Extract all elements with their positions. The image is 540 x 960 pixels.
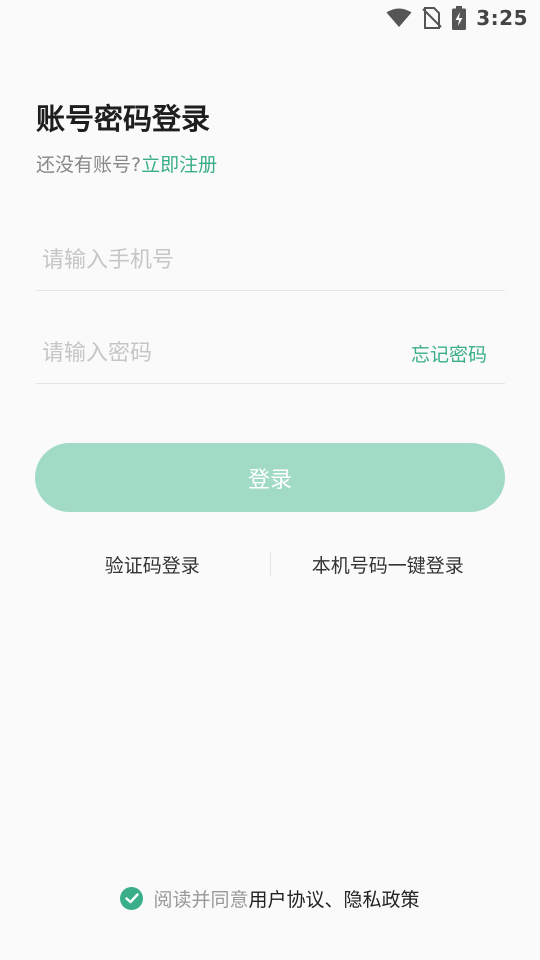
status-bar: 3:25 — [0, 0, 540, 36]
wifi-icon — [386, 8, 412, 28]
no-sim-icon — [422, 7, 442, 29]
battery-charging-icon — [452, 6, 467, 30]
alt-login-options: 验证码登录 本机号码一键登录 — [35, 545, 505, 583]
register-link[interactable]: 立即注册 — [141, 150, 217, 177]
page-title: 账号密码登录 — [36, 102, 211, 136]
status-time: 3:25 — [476, 6, 528, 30]
login-button[interactable]: 登录 — [35, 443, 505, 512]
password-field-row: 忘记密码 — [36, 324, 505, 384]
agreement-checkbox[interactable] — [120, 886, 144, 910]
agreement-links[interactable]: 用户协议、隐私政策 — [249, 889, 420, 911]
password-input[interactable] — [36, 341, 411, 366]
sms-login-link[interactable]: 验证码登录 — [35, 551, 270, 578]
forgot-password-link[interactable]: 忘记密码 — [411, 340, 487, 367]
one-click-login-link[interactable]: 本机号码一键登录 — [271, 551, 506, 578]
phone-field-row — [36, 231, 505, 291]
check-icon — [125, 892, 139, 903]
agreement-prefix: 阅读并同意 — [153, 888, 249, 911]
agreement-row: 阅读并同意用户协议、隐私政策 — [0, 882, 540, 914]
register-prompt: 还没有账号? 立即注册 — [36, 150, 217, 177]
register-prompt-text: 还没有账号? — [36, 154, 142, 176]
agreement-text: 阅读并同意用户协议、隐私政策 — [153, 885, 419, 912]
login-screen: 3:25 账号密码登录 还没有账号? 立即注册 忘记密码 登录 验证码登录 本机… — [0, 0, 540, 960]
phone-input[interactable] — [36, 248, 505, 273]
